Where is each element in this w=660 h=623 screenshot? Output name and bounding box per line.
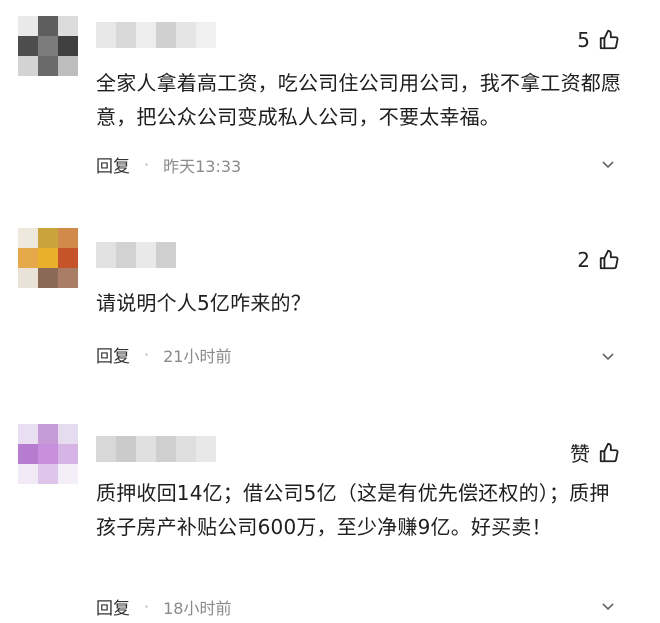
comment-text: 请说明个人5亿咋来的？ xyxy=(96,291,311,315)
comment-text: 全家人拿着高工资，吃公司住公司用公司，我不拿工资都愿意，把公众公司变成私人公司，… xyxy=(96,71,622,129)
username-blurred[interactable] xyxy=(96,436,216,462)
username-blurred[interactable] xyxy=(96,242,176,268)
reply-button[interactable]: 回复 xyxy=(96,594,130,619)
comment-meta: 回复 · 昨天13:33 xyxy=(96,152,241,177)
like-count: 5 xyxy=(577,28,590,52)
username-blurred[interactable] xyxy=(96,22,216,48)
thumbs-up-icon xyxy=(599,249,619,270)
timestamp: 昨天13:33 xyxy=(163,156,242,176)
reply-button[interactable]: 回复 xyxy=(96,342,130,367)
chevron-down-icon[interactable] xyxy=(600,348,616,364)
separator: · xyxy=(144,345,150,364)
separator: · xyxy=(144,155,150,174)
timestamp: 18小时前 xyxy=(163,598,232,618)
like-label: 赞 xyxy=(570,442,590,466)
chevron-down-icon[interactable] xyxy=(600,598,616,614)
like-button[interactable]: 5 xyxy=(577,28,620,52)
like-count: 2 xyxy=(577,248,590,272)
like-button[interactable]: 2 xyxy=(577,248,620,272)
chevron-down-icon[interactable] xyxy=(600,156,616,172)
thumbs-up-icon xyxy=(599,29,619,50)
avatar[interactable] xyxy=(18,16,78,76)
avatar[interactable] xyxy=(18,228,78,288)
comment-text: 质押收回14亿；借公司5亿（这是有优先偿还权的）；质押孩子房产补贴公司600万，… xyxy=(96,481,610,539)
reply-button[interactable]: 回复 xyxy=(96,152,130,177)
like-button[interactable]: 赞 xyxy=(570,438,620,467)
separator: · xyxy=(144,597,150,616)
comment-meta: 回复 · 21小时前 xyxy=(96,342,231,367)
thumbs-up-icon xyxy=(599,442,619,462)
avatar[interactable] xyxy=(18,424,78,484)
comment-meta: 回复 · 18小时前 xyxy=(96,594,231,619)
timestamp: 21小时前 xyxy=(163,346,232,366)
